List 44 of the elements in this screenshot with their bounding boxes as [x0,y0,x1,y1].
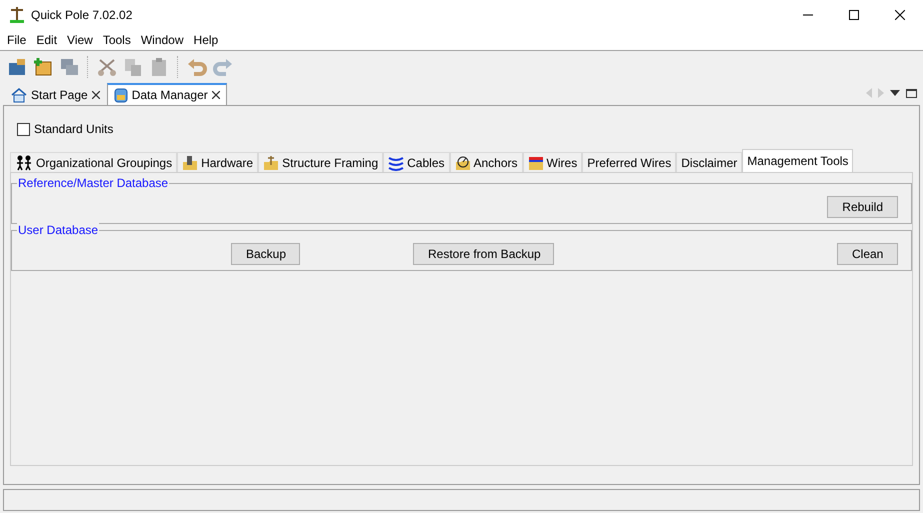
document-tab[interactable]: Data Manager [106,83,227,105]
group-title: User Database [17,223,100,237]
checkbox[interactable] [17,122,30,136]
checkbox-label: Standard Units [34,122,114,136]
tab[interactable]: Cables [383,152,450,172]
tab[interactable]: Organizational Groupings [10,152,178,172]
people-icon [15,154,33,170]
menu-item[interactable]: View [62,33,98,47]
document-tab[interactable]: Start Page [4,84,107,105]
dropdown-icon[interactable] [890,90,900,96]
maximize-panel-icon[interactable] [906,88,917,98]
house-icon [11,87,27,103]
group-title: Reference/Master Database [17,176,170,190]
folder-icon [528,154,544,170]
utility-pole-icon [9,6,25,24]
tab[interactable]: Structure Framing [258,152,384,172]
action-button[interactable]: Clean [837,243,898,265]
menu-item[interactable]: Window [136,33,189,47]
database-icon [114,87,128,103]
open-folder-icon[interactable] [6,56,28,78]
folder-icon [454,154,470,170]
action-button[interactable]: Rebuild [827,196,898,218]
close-icon[interactable] [212,91,220,99]
tab[interactable]: Anchors [450,152,523,172]
folder-icon [182,154,198,170]
close-icon[interactable] [92,91,100,99]
tab[interactable]: Management Tools [742,149,854,172]
menu-item[interactable]: Tools [98,33,136,47]
action-button[interactable]: Restore from Backup [413,243,554,265]
new-folder-icon[interactable] [32,56,54,78]
window-title: Quick Pole 7.02.02 [31,8,134,22]
tab[interactable]: Wires [522,152,582,172]
maximize-icon[interactable] [849,10,859,20]
tab[interactable]: Preferred Wires [582,152,676,172]
save-icon[interactable] [58,56,80,78]
tab[interactable]: Disclaimer [676,152,742,172]
menu-item[interactable]: Help [188,33,224,47]
menu-item[interactable]: Edit [31,33,62,47]
action-button[interactable]: Backup [231,243,300,265]
tab[interactable]: Hardware [177,152,258,172]
folder-icon [263,154,280,170]
menu-item[interactable]: File [2,33,32,47]
close-icon[interactable] [895,10,905,20]
cable-icon [388,154,404,170]
